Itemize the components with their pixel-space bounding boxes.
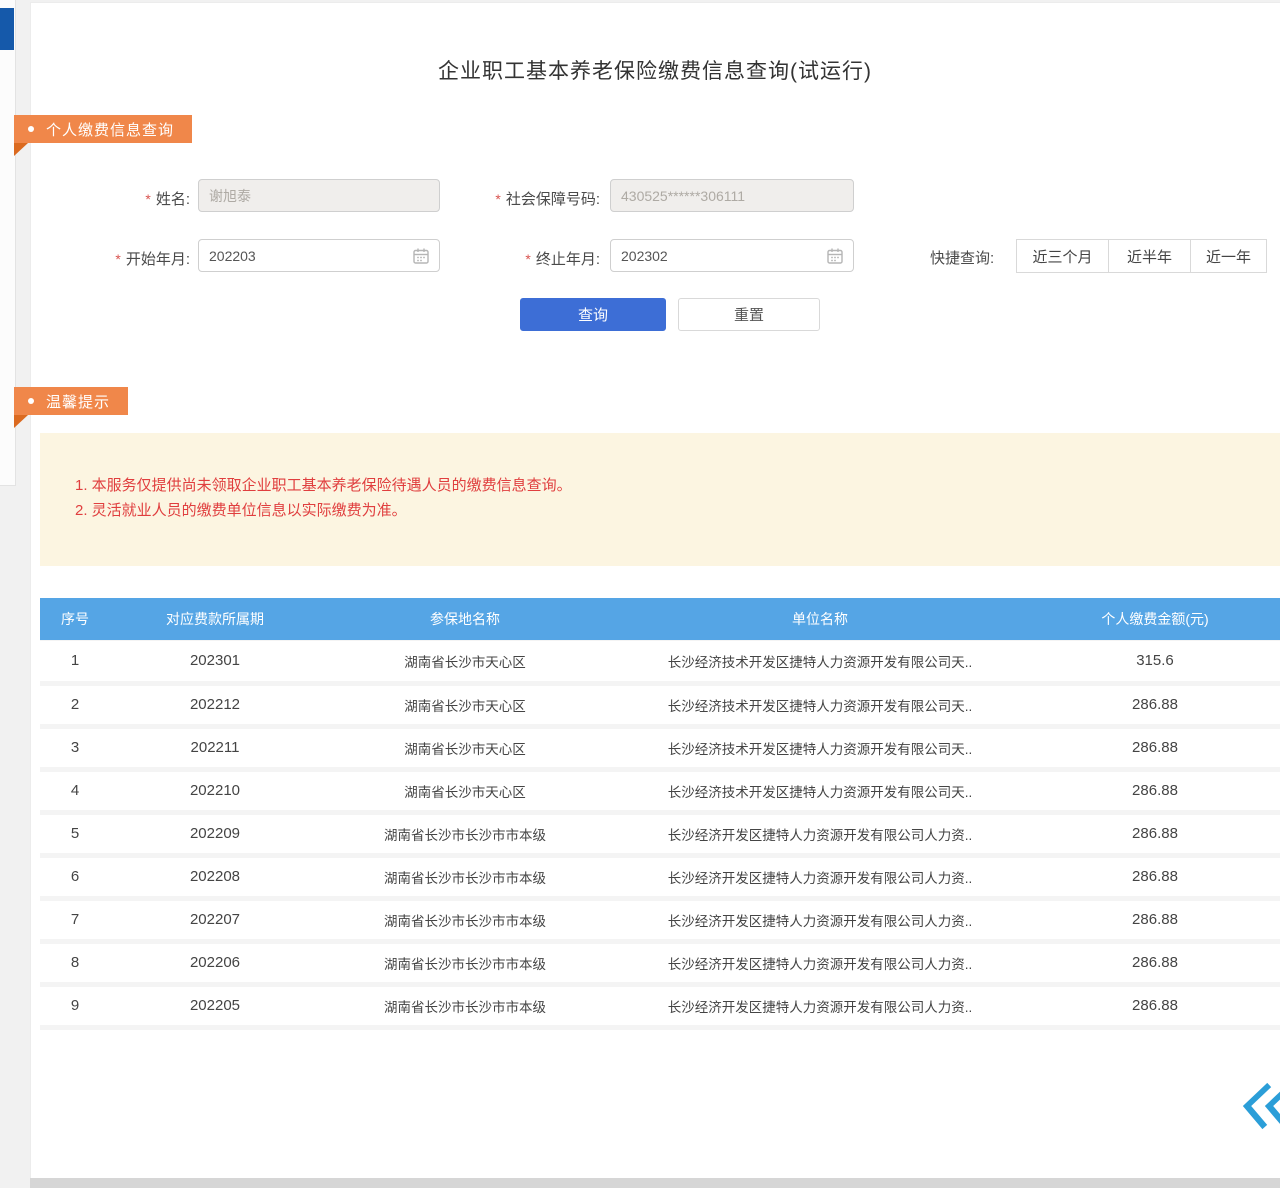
required-asterisk: * (495, 191, 500, 207)
table-row: 9202205湖南省长沙市长沙市市本级长沙经济开发区捷特人力资源开发有限公司人力… (40, 984, 1280, 1027)
table-cell: 286.88 (1030, 683, 1280, 726)
table-cell: 4 (40, 769, 110, 812)
quick-query-last-3-months-button[interactable]: 近三个月 (1016, 239, 1109, 273)
table-cell: 长沙经济开发区捷特人力资源开发有限公司人力资.. (610, 941, 1030, 984)
table-cell: 3 (40, 726, 110, 769)
quick-query-label: 快捷查询: (930, 247, 994, 268)
table-cell: 315.6 (1030, 640, 1280, 683)
table-cell: 5 (40, 812, 110, 855)
header-employer: 单位名称 (610, 598, 1030, 640)
required-asterisk: * (115, 251, 120, 267)
header-period: 对应费款所属期 (110, 598, 320, 640)
table-cell: 202210 (110, 769, 320, 812)
table-cell: 9 (40, 984, 110, 1027)
table-cell: 286.88 (1030, 812, 1280, 855)
table-cell: 长沙经济开发区捷特人力资源开发有限公司人力资.. (610, 984, 1030, 1027)
table-body: 1202301湖南省长沙市天心区长沙经济技术开发区捷特人力资源开发有限公司天..… (40, 640, 1280, 1027)
ribbon-fold (14, 143, 28, 156)
quick-query-last-half-year-button[interactable]: 近半年 (1108, 239, 1191, 273)
table-cell: 286.88 (1030, 898, 1280, 941)
table-cell: 湖南省长沙市长沙市市本级 (320, 941, 610, 984)
table-cell: 1 (40, 640, 110, 683)
name-label: *姓名: (100, 188, 190, 209)
table-row: 2202212湖南省长沙市天心区长沙经济技术开发区捷特人力资源开发有限公司天..… (40, 683, 1280, 726)
table-row: 8202206湖南省长沙市长沙市市本级长沙经济开发区捷特人力资源开发有限公司人力… (40, 941, 1280, 984)
ssn-label: *社会保障号码: (450, 188, 600, 209)
header-amount: 个人缴费金额(元) (1030, 598, 1280, 640)
table-cell: 长沙经济技术开发区捷特人力资源开发有限公司天.. (610, 769, 1030, 812)
table-row: 5202209湖南省长沙市长沙市市本级长沙经济开发区捷特人力资源开发有限公司人力… (40, 812, 1280, 855)
table-cell: 286.88 (1030, 726, 1280, 769)
end-month-label: *终止年月: (490, 248, 600, 269)
table-cell: 286.88 (1030, 855, 1280, 898)
notice-line: 2. 灵活就业人员的缴费单位信息以实际缴费为准。 (75, 498, 1250, 523)
header-seq: 序号 (40, 598, 110, 640)
notice-line: 1. 本服务仅提供尚未领取企业职工基本养老保险待遇人员的缴费信息查询。 (75, 473, 1250, 498)
table-cell: 202206 (110, 941, 320, 984)
table-cell: 202211 (110, 726, 320, 769)
bottom-scrollbar-track[interactable] (30, 1178, 1280, 1188)
table-header-row: 序号 对应费款所属期 参保地名称 单位名称 个人缴费金额(元) (40, 598, 1280, 640)
table-cell: 长沙经济技术开发区捷特人力资源开发有限公司天.. (610, 683, 1030, 726)
table-cell: 湖南省长沙市长沙市市本级 (320, 984, 610, 1027)
section-badge-personal-query: 个人缴费信息查询 (14, 115, 192, 143)
header-insured-place: 参保地名称 (320, 598, 610, 640)
table-cell: 7 (40, 898, 110, 941)
table-cell: 长沙经济开发区捷特人力资源开发有限公司人力资.. (610, 812, 1030, 855)
name-field[interactable] (198, 179, 440, 212)
table-row: 3202211湖南省长沙市天心区长沙经济技术开发区捷特人力资源开发有限公司天..… (40, 726, 1280, 769)
table-cell: 202301 (110, 640, 320, 683)
reset-button[interactable]: 重置 (678, 298, 820, 331)
table-cell: 202208 (110, 855, 320, 898)
section-badge-tips: 温馨提示 (14, 387, 128, 415)
table-cell: 286.88 (1030, 984, 1280, 1027)
page-title: 企业职工基本养老保险缴费信息查询(试运行) (30, 55, 1280, 85)
ssn-field[interactable] (610, 179, 854, 212)
left-blue-tab (0, 8, 14, 50)
table-cell: 286.88 (1030, 769, 1280, 812)
query-button[interactable]: 查询 (520, 298, 666, 331)
double-chevron-left-icon[interactable] (1235, 1080, 1280, 1132)
section-badge-label: 个人缴费信息查询 (46, 119, 174, 140)
section-badge-label: 温馨提示 (46, 391, 110, 412)
table-cell: 202205 (110, 984, 320, 1027)
start-month-field[interactable] (198, 239, 440, 272)
notice-box: 1. 本服务仅提供尚未领取企业职工基本养老保险待遇人员的缴费信息查询。 2. 灵… (40, 433, 1280, 566)
table-cell: 202207 (110, 898, 320, 941)
table-cell: 2 (40, 683, 110, 726)
bullet-dot-icon (28, 126, 34, 132)
calendar-icon[interactable] (412, 247, 430, 265)
table-row: 4202210湖南省长沙市天心区长沙经济技术开发区捷特人力资源开发有限公司天..… (40, 769, 1280, 812)
table-cell: 8 (40, 941, 110, 984)
table-cell: 湖南省长沙市天心区 (320, 726, 610, 769)
table-cell: 长沙经济开发区捷特人力资源开发有限公司人力资.. (610, 855, 1030, 898)
table-cell: 202209 (110, 812, 320, 855)
table-cell: 湖南省长沙市长沙市市本级 (320, 898, 610, 941)
table-cell: 湖南省长沙市天心区 (320, 769, 610, 812)
table-cell: 202212 (110, 683, 320, 726)
table-cell: 湖南省长沙市长沙市市本级 (320, 812, 610, 855)
start-month-label: *开始年月: (80, 248, 190, 269)
required-asterisk: * (525, 251, 530, 267)
bullet-dot-icon (28, 398, 34, 404)
table-row: 6202208湖南省长沙市长沙市市本级长沙经济开发区捷特人力资源开发有限公司人力… (40, 855, 1280, 898)
quick-query-group: 近三个月 近半年 近一年 (1016, 239, 1267, 273)
table-cell: 286.88 (1030, 941, 1280, 984)
table-cell: 湖南省长沙市天心区 (320, 640, 610, 683)
table-cell: 长沙经济技术开发区捷特人力资源开发有限公司天.. (610, 726, 1030, 769)
table-cell: 长沙经济技术开发区捷特人力资源开发有限公司天.. (610, 640, 1030, 683)
ribbon-fold (14, 415, 28, 428)
table-row: 1202301湖南省长沙市天心区长沙经济技术开发区捷特人力资源开发有限公司天..… (40, 640, 1280, 683)
end-month-field[interactable] (610, 239, 854, 272)
payment-records-table: 序号 对应费款所属期 参保地名称 单位名称 个人缴费金额(元) 1202301湖… (40, 598, 1280, 1030)
quick-query-last-year-button[interactable]: 近一年 (1190, 239, 1267, 273)
table-cell: 湖南省长沙市长沙市市本级 (320, 855, 610, 898)
required-asterisk: * (145, 191, 150, 207)
table-cell: 6 (40, 855, 110, 898)
table-row: 7202207湖南省长沙市长沙市市本级长沙经济开发区捷特人力资源开发有限公司人力… (40, 898, 1280, 941)
calendar-icon[interactable] (826, 247, 844, 265)
table-cell: 长沙经济开发区捷特人力资源开发有限公司人力资.. (610, 898, 1030, 941)
table-cell: 湖南省长沙市天心区 (320, 683, 610, 726)
